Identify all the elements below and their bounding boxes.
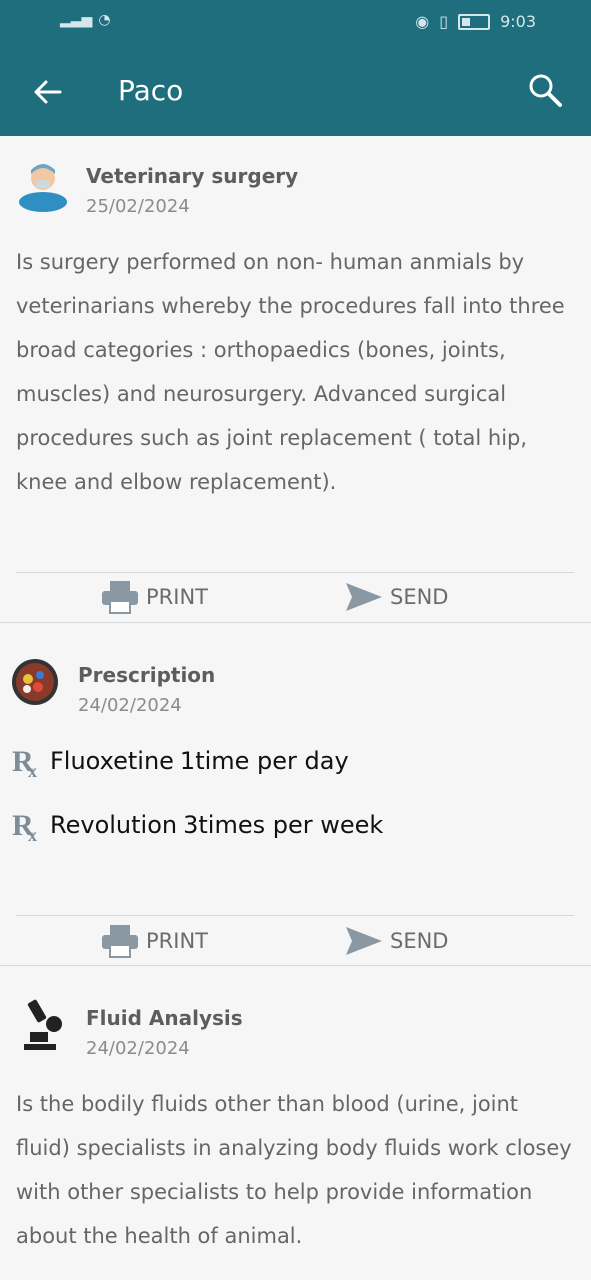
svg-text:x: x (28, 761, 37, 779)
vibrate-icon: ▯ (439, 12, 449, 31)
send-icon (346, 927, 382, 955)
battery-icon (458, 13, 491, 30)
record-date: 24/02/2024 (78, 695, 182, 716)
record-title: Fluid Analysis (86, 1006, 243, 1030)
drug-dose: 3times per week (183, 811, 384, 839)
send-button[interactable]: SEND (344, 923, 448, 959)
signal-icon: ▂▃▅ (60, 12, 93, 28)
prescription-item: R x Fluoxetine 1time per day (12, 743, 349, 779)
record-card-prescription: Prescription 24/02/2024 R x Fluoxetine 1… (0, 623, 591, 965)
printer-icon (102, 925, 138, 958)
record-title: Prescription (78, 663, 216, 687)
app-bar: ▂▃▅ ◔ ◉ ▯ 9:03 Paco (0, 0, 591, 136)
drug-name: Revolution (50, 811, 178, 839)
wifi-icon: ◔ (98, 12, 111, 28)
record-card-surgery: Veterinary surgery 25/02/2024 Is surgery… (0, 136, 591, 623)
microscope-icon (24, 999, 62, 1050)
send-icon (346, 583, 382, 611)
print-label: PRINT (146, 585, 208, 609)
pills-icon (12, 659, 58, 705)
send-label: SEND (390, 929, 449, 953)
print-label: PRINT (146, 929, 208, 953)
record-text: Is surgery performed on non- human anmia… (16, 250, 565, 494)
drug-dose: 1time per day (179, 747, 349, 775)
record-date: 24/02/2024 (86, 1038, 190, 1059)
print-button[interactable]: PRINT (100, 923, 208, 959)
svg-text:x: x (28, 825, 37, 843)
page-title: Paco (118, 74, 184, 107)
record-date: 25/02/2024 (86, 196, 190, 217)
status-right: ◉ ▯ 9:03 (415, 12, 536, 31)
record-text: Is the bodily fluids other than blood (u… (16, 1092, 572, 1248)
send-button[interactable]: SEND (344, 579, 448, 615)
print-button[interactable]: PRINT (100, 579, 208, 615)
record-title: Veterinary surgery (86, 164, 299, 188)
send-label: SEND (390, 585, 449, 609)
search-icon[interactable] (527, 72, 563, 108)
rx-icon: R x (12, 745, 37, 779)
record-card-fluid-analysis: Fluid Analysis 24/02/2024 Is the bodily … (0, 966, 591, 1280)
status-bar: ▂▃▅ ◔ ◉ ▯ 9:03 (0, 0, 591, 46)
back-arrow-icon[interactable] (30, 74, 66, 110)
surgeon-avatar-icon (19, 164, 67, 212)
prescription-item: R x Revolution 3times per week (12, 807, 383, 843)
signal-icons: ▂▃▅ ◔ (60, 12, 111, 28)
printer-icon (102, 581, 138, 614)
card-divider (16, 572, 574, 573)
drug-name: Fluoxetine (50, 747, 174, 775)
card-divider (16, 915, 574, 916)
status-time: 9:03 (500, 12, 536, 31)
rx-icon: R x (12, 809, 37, 843)
eye-icon: ◉ (415, 12, 430, 31)
